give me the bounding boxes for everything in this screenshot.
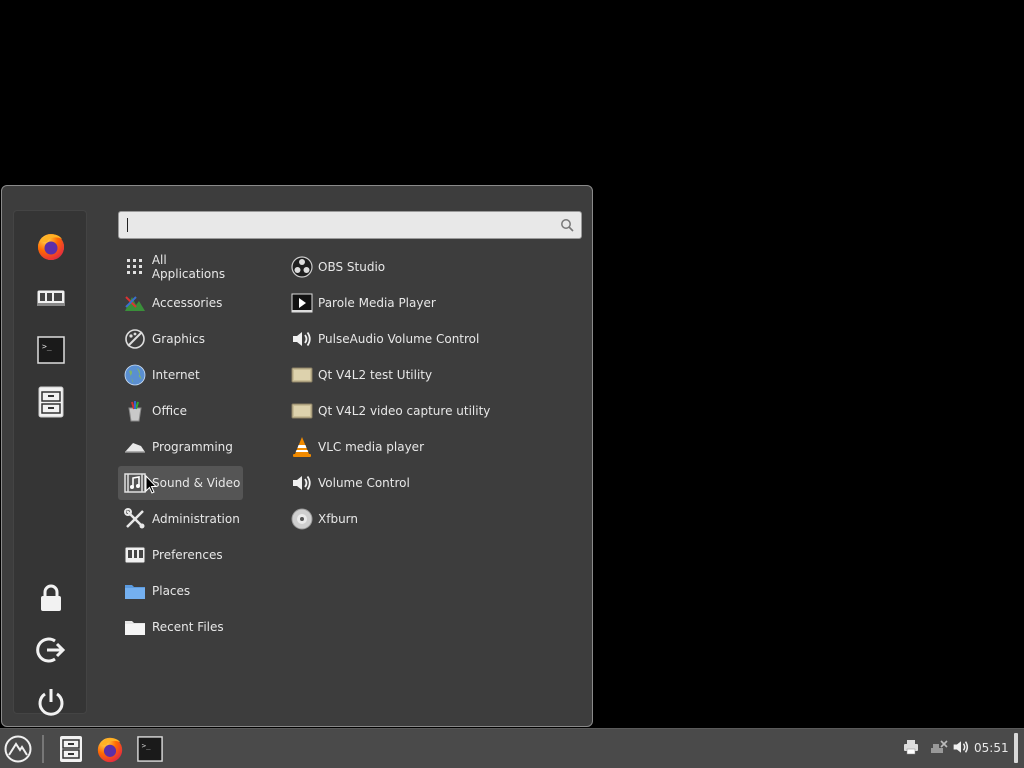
globe-icon <box>124 364 146 386</box>
application-menu: >_ All Applications Accessories Graphics… <box>1 185 593 727</box>
app-qt-v4l2-test-utility[interactable]: Qt V4L2 test Utility <box>285 358 585 392</box>
disc-icon <box>291 508 313 530</box>
app-xfburn[interactable]: Xfburn <box>285 502 585 536</box>
taskbar: >_ 05:51 <box>0 728 1024 768</box>
taskbar-file-manager[interactable] <box>55 733 87 765</box>
category-label: Places <box>152 584 191 598</box>
app-label: Parole Media Player <box>318 296 436 310</box>
search-icon <box>561 219 574 232</box>
app-label: Xfburn <box>318 512 358 526</box>
tray-volume[interactable] <box>952 739 970 755</box>
grid-icon <box>124 256 146 278</box>
favorite-file-manager[interactable] <box>32 383 70 421</box>
category-label: Accessories <box>152 296 223 310</box>
favorites-sidebar: >_ <box>13 210 87 716</box>
terminal-icon: >_ <box>37 336 65 364</box>
clock[interactable]: 05:51 <box>974 741 1009 755</box>
taskbar-separator <box>42 735 44 763</box>
distro-logo-icon <box>4 735 32 763</box>
app-label: VLC media player <box>318 440 425 454</box>
tray-printer[interactable] <box>903 739 919 755</box>
taskbar-terminal[interactable]: >_ <box>134 733 166 765</box>
category-recent-files[interactable]: Recent Files <box>118 610 243 644</box>
category-programming[interactable]: Programming <box>118 430 243 464</box>
recent-files-icon <box>124 616 146 638</box>
printer-icon <box>904 740 918 755</box>
lock-screen-button[interactable] <box>32 579 70 617</box>
category-office[interactable]: Office <box>118 394 243 428</box>
obs-icon <box>291 256 313 278</box>
category-places[interactable]: Places <box>118 574 243 608</box>
search-input[interactable] <box>125 216 559 236</box>
folder-icon <box>124 580 146 602</box>
shutdown-button[interactable] <box>32 683 70 721</box>
logout-icon <box>36 637 66 663</box>
category-administration[interactable]: Administration <box>118 502 243 536</box>
taskbar-firefox[interactable] <box>94 733 126 765</box>
category-internet[interactable]: Internet <box>118 358 243 392</box>
category-label: Internet <box>152 368 200 382</box>
text-caret <box>127 218 128 232</box>
tools-icon <box>124 508 146 530</box>
logout-button[interactable] <box>32 631 70 669</box>
category-label: Office <box>152 404 188 418</box>
settings-manager-icon <box>36 289 66 307</box>
webcam-icon <box>291 364 313 386</box>
terminal-icon: >_ <box>137 736 163 762</box>
firefox-icon <box>97 737 123 763</box>
file-manager-icon <box>60 736 82 762</box>
volume-icon <box>953 741 969 753</box>
accessories-icon <box>124 292 146 314</box>
speaker-icon <box>291 472 313 494</box>
app-label: PulseAudio Volume Control <box>318 332 480 346</box>
show-desktop-button[interactable] <box>1014 733 1018 763</box>
programming-icon <box>124 436 146 458</box>
app-label: Volume Control <box>318 476 410 490</box>
app-label: Qt V4L2 test Utility <box>318 368 433 382</box>
app-qt-v4l2-video-capture-utility[interactable]: Qt V4L2 video capture utility <box>285 394 585 428</box>
category-label: Programming <box>152 440 233 454</box>
sound-video-icon <box>124 472 146 494</box>
app-obs-studio[interactable]: OBS Studio <box>285 250 585 284</box>
favorite-terminal[interactable]: >_ <box>32 331 70 369</box>
webcam-icon <box>291 400 313 422</box>
svg-text:>_: >_ <box>42 342 52 351</box>
speaker-icon <box>291 328 313 350</box>
app-volume-control[interactable]: Volume Control <box>285 466 585 500</box>
graphics-icon <box>124 328 146 350</box>
app-parole-media-player[interactable]: Parole Media Player <box>285 286 585 320</box>
menu-launcher-button[interactable] <box>2 733 34 765</box>
category-sound-video[interactable]: Sound & Video <box>118 466 243 500</box>
category-all-applications[interactable]: All Applications <box>118 250 243 284</box>
app-label: Qt V4L2 video capture utility <box>318 404 491 418</box>
search-box[interactable] <box>118 211 582 239</box>
category-label: Recent Files <box>152 620 224 634</box>
network-disconnected-icon <box>931 740 948 753</box>
file-manager-icon <box>38 386 64 418</box>
favorite-settings-manager[interactable] <box>32 279 70 317</box>
vlc-icon <box>291 436 313 458</box>
media-player-icon <box>291 292 313 314</box>
category-label: Sound & Video <box>152 476 241 490</box>
category-label: All Applications <box>151 253 226 281</box>
app-label: OBS Studio <box>318 260 386 274</box>
app-pulseaudio-volume-control[interactable]: PulseAudio Volume Control <box>285 322 585 356</box>
office-icon <box>124 400 146 422</box>
lock-icon <box>41 584 61 611</box>
preferences-icon <box>124 544 146 566</box>
app-vlc-media-player[interactable]: VLC media player <box>285 430 585 464</box>
category-preferences[interactable]: Preferences <box>118 538 243 572</box>
category-label: Preferences <box>152 548 223 562</box>
category-label: Administration <box>152 512 240 526</box>
tray-network[interactable] <box>930 739 948 755</box>
power-icon <box>38 689 64 716</box>
category-accessories[interactable]: Accessories <box>118 286 243 320</box>
firefox-icon <box>38 234 64 260</box>
svg-text:>_: >_ <box>142 741 151 750</box>
category-graphics[interactable]: Graphics <box>118 322 243 356</box>
mouse-cursor-icon <box>145 475 157 494</box>
favorite-firefox[interactable] <box>32 227 70 265</box>
category-label: Graphics <box>152 332 205 346</box>
